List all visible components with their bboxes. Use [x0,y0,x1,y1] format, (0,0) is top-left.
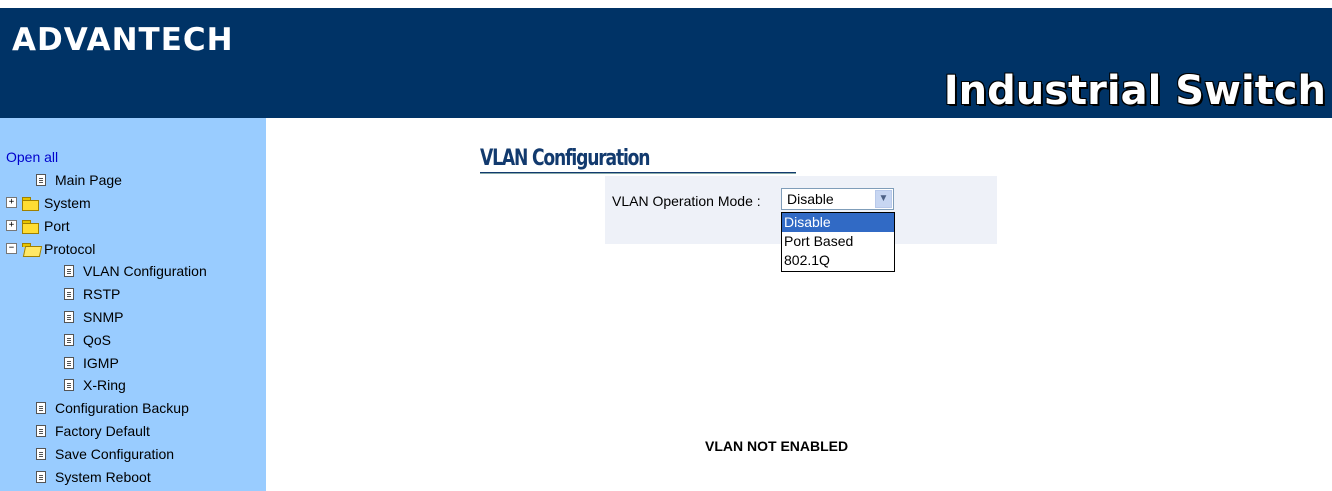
open-folder-icon [22,242,43,257]
doc-icon [36,402,46,415]
sidebar-nav: Open all Main Page + System + Port − Pro… [0,118,266,491]
sidebar-item-vlan-configuration[interactable]: VLAN Configuration [6,260,207,283]
sidebar-item-label: QoS [83,331,112,348]
sidebar-item-system[interactable]: + System [6,192,207,215]
option-port-based[interactable]: Port Based [782,232,894,251]
doc-icon [64,265,74,278]
sidebar-item-label: IGMP [83,354,119,371]
expand-plus-icon[interactable]: + [6,197,17,209]
sidebar-item-system-reboot[interactable]: System Reboot [6,465,207,488]
vlan-mode-label: VLAN Operation Mode : [612,193,761,209]
product-title: Industrial Switch [943,68,1326,114]
option-disable[interactable]: Disable [782,213,894,232]
sidebar-item-label: VLAN Configuration [83,263,207,280]
sidebar-item-label: SNMP [83,308,124,325]
sidebar-item-label: Protocol [44,240,96,257]
sidebar-item-protocol[interactable]: − Protocol [6,237,207,260]
title-underline [480,172,796,174]
sidebar-item-qos[interactable]: QoS [6,328,207,351]
sidebar-item-label: Factory Default [55,422,150,439]
vlan-mode-select[interactable]: Disable ▼ [781,188,894,210]
sidebar-item-save-configuration[interactable]: Save Configuration [6,442,207,465]
doc-icon [64,288,74,301]
header-banner: ADVANTECH Industrial Switch [0,8,1332,118]
doc-icon [36,447,46,460]
doc-icon [64,333,74,346]
sidebar-item-label: Main Page [55,172,122,189]
sidebar-item-label: Port [44,217,70,234]
sidebar-item-igmp[interactable]: IGMP [6,351,207,374]
sidebar-item-label: System Reboot [55,468,151,485]
vlan-status-message: VLAN NOT ENABLED [705,438,849,454]
folder-icon [22,219,39,234]
sidebar-item-x-ring[interactable]: X-Ring [6,374,207,397]
chevron-down-icon[interactable]: ▼ [875,190,892,208]
sidebar-item-snmp[interactable]: SNMP [6,306,207,329]
nav-tree: Open all Main Page + System + Port − Pro… [6,146,207,488]
open-all-link[interactable]: Open all [6,146,207,169]
collapse-minus-icon[interactable]: − [6,243,17,255]
top-strip [0,0,1332,8]
open-all-label[interactable]: Open all [6,146,58,168]
sidebar-item-label: RSTP [83,286,121,303]
sidebar-item-label: System [44,194,91,211]
doc-icon [64,310,74,323]
page-title: VLAN Configuration [480,146,651,171]
doc-icon [36,174,46,187]
sidebar-item-configuration-backup[interactable]: Configuration Backup [6,397,207,420]
option-802-1q[interactable]: 802.1Q [782,251,894,270]
doc-icon [64,356,74,369]
doc-icon [36,424,46,437]
expand-plus-icon[interactable]: + [6,220,17,232]
sidebar-item-port[interactable]: + Port [6,214,207,237]
doc-icon [36,470,46,483]
sidebar-item-rstp[interactable]: RSTP [6,283,207,306]
doc-icon [64,379,74,392]
sidebar-item-label: Configuration Backup [55,400,189,417]
brand-logo: ADVANTECH [12,22,234,58]
sidebar-item-label: X-Ring [83,377,126,394]
vlan-mode-dropdown: Disable Port Based 802.1Q [781,212,895,272]
sidebar-item-factory-default[interactable]: Factory Default [6,420,207,443]
sidebar-item-label: Save Configuration [55,445,175,462]
sidebar-item-main-page[interactable]: Main Page [6,169,207,192]
vlan-mode-value: Disable [787,191,834,207]
folder-icon [22,196,39,211]
